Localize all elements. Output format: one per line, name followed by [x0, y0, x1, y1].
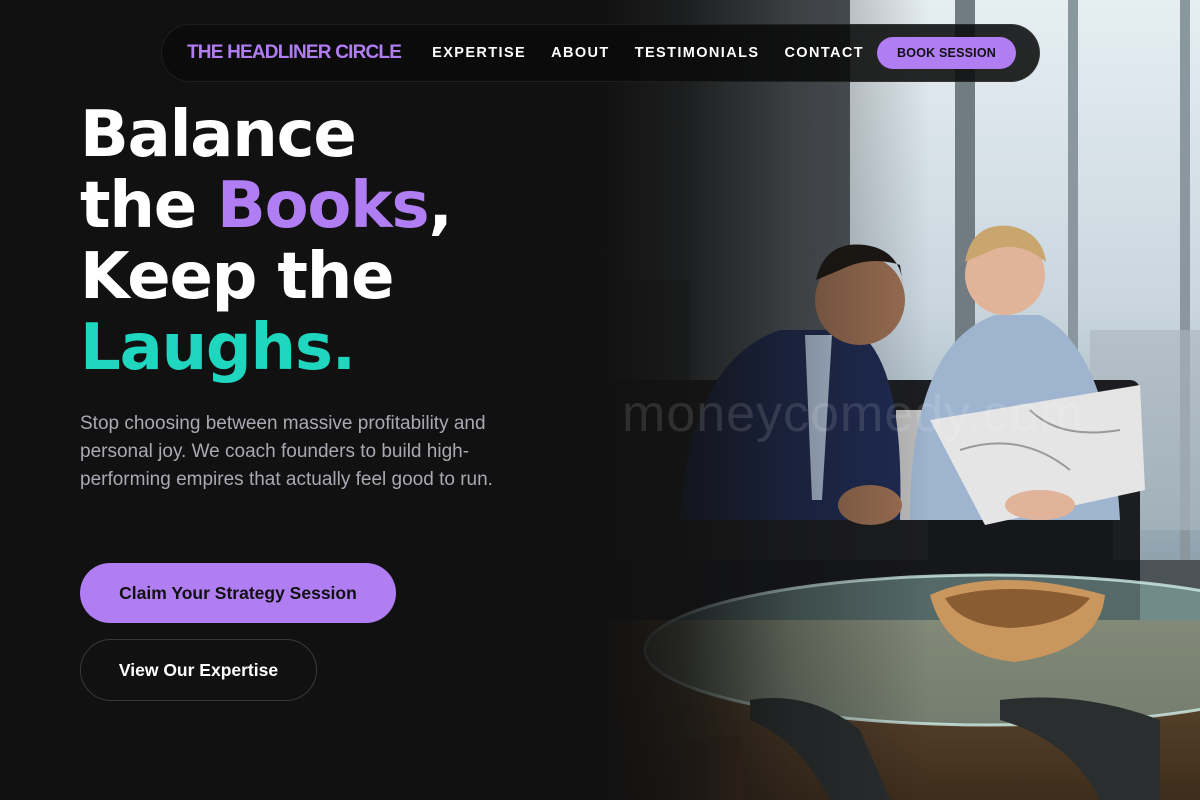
nav-links: EXPERTISE ABOUT TESTIMONIALS CONTACT — [432, 45, 864, 61]
headline-accent-laughs: Laughs. — [80, 311, 356, 385]
headline-line-2: the Books, — [80, 169, 453, 243]
book-session-button[interactable]: BOOK SESSION — [877, 37, 1016, 69]
top-navbar: THE HEADLINER CIRCLE EXPERTISE ABOUT TES… — [161, 24, 1040, 82]
hero-photo — [600, 0, 1200, 800]
nav-link-contact[interactable]: CONTACT — [784, 45, 864, 61]
headline-comma: , — [428, 169, 452, 243]
headline-accent-books: Books — [217, 169, 430, 243]
nav-link-expertise[interactable]: EXPERTISE — [432, 45, 526, 61]
headline-line-1: Balance — [80, 98, 357, 172]
headline-word-the: the — [80, 169, 218, 243]
hero-headline: Balance the Books, Keep the Laughs. — [80, 98, 453, 385]
claim-strategy-session-button[interactable]: Claim Your Strategy Session — [80, 563, 396, 623]
nav-link-about[interactable]: ABOUT — [551, 45, 610, 61]
hero-subtitle: Stop choosing between massive profitabil… — [80, 413, 493, 490]
nav-link-testimonials[interactable]: TESTIMONIALS — [635, 45, 760, 61]
view-expertise-button[interactable]: View Our Expertise — [80, 639, 317, 701]
brand-logo[interactable]: THE HEADLINER CIRCLE — [187, 42, 402, 64]
headline-line-3: Keep the — [80, 240, 395, 314]
